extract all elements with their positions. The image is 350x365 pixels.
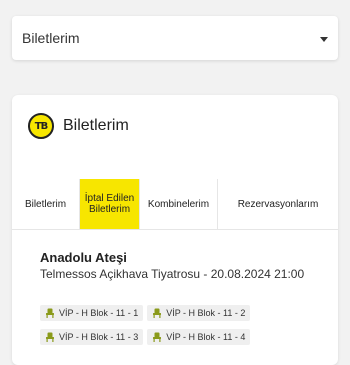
seat-badge: VİP - H Blok - 11 - 4 <box>147 329 251 345</box>
ticket-tabs: Biletlerim İptal Edilen Biletlerim Kombi… <box>12 179 338 230</box>
seat-badge: VİP - H Blok - 11 - 1 <box>40 305 144 321</box>
tab-rezervasyonlarim[interactable]: Rezervasyonlarım <box>218 179 338 229</box>
brand-logo-icon: TB <box>28 113 54 139</box>
seat-icon <box>153 332 162 342</box>
tab-iptal-edilen-biletlerim[interactable]: İptal Edilen Biletlerim <box>80 179 140 229</box>
tab-kombinelerim[interactable]: Kombinelerim <box>140 179 218 229</box>
chevron-down-icon <box>320 37 328 42</box>
card-title: Biletlerim <box>63 117 129 134</box>
tab-biletlerim[interactable]: Biletlerim <box>12 179 80 229</box>
dropdown-selected-label: Biletlerim <box>22 30 80 46</box>
seat-icon <box>153 308 162 318</box>
seat-icon <box>46 332 54 342</box>
event-venue-date: Telmessos Açikhava Tiyatrosu - 20.08.202… <box>40 267 305 281</box>
seat-list: VİP - H Blok - 11 - 1 VİP - H Blok - 11 … <box>40 305 338 353</box>
card-header: TB Biletlerim <box>28 113 129 139</box>
seat-badge: VİP - H Blok - 11 - 3 <box>40 329 144 345</box>
seat-badge: VİP - H Blok - 11 - 2 <box>147 305 251 321</box>
ticket-filter-dropdown[interactable]: Biletlerim <box>12 16 338 60</box>
tickets-card: TB Biletlerim Biletlerim İptal Edilen Bi… <box>12 95 338 365</box>
event-title: Anadolu Ateşi <box>40 250 127 265</box>
seat-icon <box>46 308 54 318</box>
